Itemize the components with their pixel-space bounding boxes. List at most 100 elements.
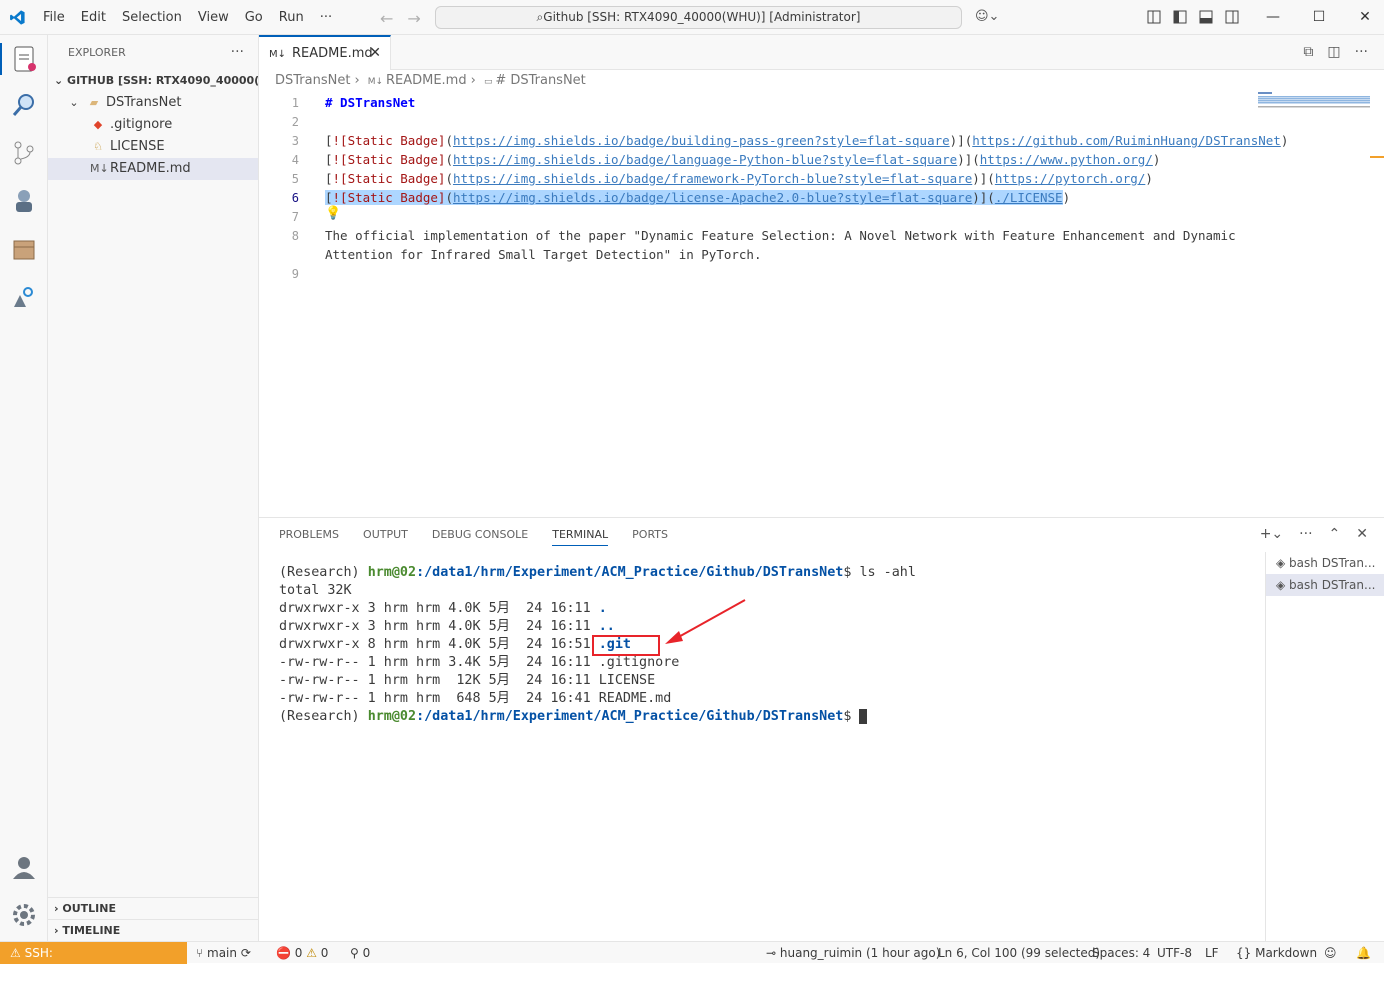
forward-arrow-icon[interactable]: → — [407, 9, 434, 28]
minimize-icon[interactable]: — — [1250, 0, 1296, 35]
title-bar: File Edit Selection View Go Run ··· ←→ ⌕… — [0, 0, 1384, 35]
toggle-secondary-sidebar-icon[interactable] — [1223, 8, 1241, 26]
sync-icon[interactable]: ⟳ — [237, 946, 251, 960]
folder-dstransnet[interactable]: ⌄ ▰ DSTransNet — [48, 92, 258, 114]
customize-layout-icon[interactable] — [1145, 8, 1163, 26]
badge-alt: Static Badge — [347, 190, 438, 205]
terminal-instance[interactable]: ◈ bash DSTran... — [1266, 552, 1384, 574]
crumb-file[interactable]: README.md — [386, 73, 467, 88]
git-blame[interactable]: ⊸ huang_ruimin (1 hour ago) — [766, 942, 940, 964]
badge-link[interactable]: https://pytorch.org/ — [995, 171, 1146, 186]
menu-edit[interactable]: Edit — [73, 10, 114, 25]
end-of-line[interactable]: LF — [1205, 942, 1219, 964]
new-terminal-icon[interactable]: +⌄ — [1260, 526, 1283, 542]
more-actions-icon[interactable]: ··· — [1355, 44, 1368, 60]
tab-problems[interactable]: PROBLEMS — [279, 528, 339, 546]
close-window-icon[interactable]: ✕ — [1342, 0, 1384, 35]
timeline-section[interactable]: › TIMELINE — [48, 919, 259, 941]
explorer-header: EXPLORER ··· — [48, 35, 258, 70]
remote-icon: ⚠ — [10, 946, 25, 960]
braces-icon: {} — [1236, 946, 1256, 960]
folder-label: DSTransNet — [106, 95, 182, 110]
tab-readme[interactable]: M↓ README.md ✕ — [259, 35, 391, 70]
menu-go[interactable]: Go — [237, 10, 271, 25]
badge-link[interactable]: ./LICENSE — [995, 190, 1063, 205]
tab-debug-console[interactable]: DEBUG CONSOLE — [432, 528, 528, 546]
file-license[interactable]: ♘ LICENSE — [48, 136, 258, 158]
crumb-symbol[interactable]: # DSTransNet — [495, 73, 585, 88]
git-blame-label: huang_ruimin (1 hour ago) — [779, 946, 941, 960]
badge-url[interactable]: https://img.shields.io/badge/language-Py… — [453, 152, 957, 167]
split-editor-icon[interactable]: ◫ — [1327, 44, 1340, 60]
timeline-label: TIMELINE — [62, 924, 121, 937]
line-number: 8 — [291, 229, 299, 243]
ports-count: 0 — [362, 946, 371, 960]
language-mode[interactable]: {} Markdown — [1236, 942, 1317, 964]
remote-indicator[interactable]: ⚠ SSH: RTX4090_40000(WHU) — [0, 942, 187, 982]
run-debug-icon[interactable] — [8, 185, 40, 217]
badge-url[interactable]: https://img.shields.io/badge/building-pa… — [453, 133, 950, 148]
panel-actions: +⌄ ··· ⌃ ✕ — [1260, 526, 1368, 542]
file-readme[interactable]: M↓README.md — [48, 158, 258, 180]
source-control-icon[interactable] — [8, 137, 40, 169]
encoding[interactable]: UTF-8 — [1157, 942, 1192, 964]
maximize-panel-icon[interactable]: ⌃ — [1329, 526, 1341, 542]
badge-url[interactable]: https://img.shields.io/badge/license-Apa… — [453, 190, 972, 205]
outline-section[interactable]: › OUTLINE — [48, 897, 259, 919]
badge-link[interactable]: https://github.com/RuiminHuang/DSTransNe… — [972, 133, 1281, 148]
cursor-position[interactable]: Ln 6, Col 100 (99 selected) — [938, 942, 1100, 964]
command-center[interactable]: ⌕Github [SSH: RTX4090_40000(WHU)] [Admin… — [435, 6, 962, 29]
accounts-icon[interactable] — [8, 851, 40, 883]
back-arrow-icon[interactable]: ← — [380, 9, 407, 28]
extensions-icon[interactable] — [8, 233, 40, 265]
line-number: 5 — [291, 172, 299, 186]
manage-gear-icon[interactable] — [8, 899, 40, 931]
toggle-panel-icon[interactable] — [1197, 8, 1215, 26]
tab-terminal[interactable]: TERMINAL — [552, 528, 609, 546]
menu-selection[interactable]: Selection — [114, 10, 190, 25]
ls-name: LICENSE — [598, 673, 656, 688]
menu-file[interactable]: File — [35, 10, 73, 25]
ls-meta: drwxrwxr-x 8 hrm hrm 4.0K 5月 24 16:51 — [279, 637, 599, 652]
more-actions-icon[interactable]: ··· — [231, 35, 244, 70]
badge-link[interactable]: https://www.python.org/ — [980, 152, 1153, 167]
search-activity-icon[interactable] — [8, 89, 40, 121]
remote-explorer-icon[interactable] — [8, 281, 40, 313]
minimap[interactable] — [1258, 92, 1370, 110]
menu-run[interactable]: Run — [271, 10, 312, 25]
heading-symbol-icon: ▭ — [483, 77, 496, 87]
commit-icon: ⊸ — [766, 946, 780, 960]
explorer-icon[interactable] — [0, 43, 48, 75]
license-file-icon: ♘ — [93, 140, 103, 153]
lightbulb-icon[interactable]: 💡 — [325, 206, 341, 221]
close-panel-icon[interactable]: ✕ — [1356, 526, 1368, 542]
vscode-logo-icon — [10, 10, 25, 25]
maximize-icon[interactable]: ☐ — [1296, 0, 1342, 35]
ls-meta: -rw-rw-r-- 1 hrm hrm 3.4K 5月 24 16:11 — [279, 655, 599, 670]
crumb-folder[interactable]: DSTransNet — [275, 73, 350, 88]
indentation[interactable]: Spaces: 4 — [1092, 942, 1150, 964]
branch-indicator[interactable]: ⑂ main ⟳ — [196, 942, 251, 964]
close-tab-icon[interactable]: ✕ — [369, 37, 381, 70]
problems-indicator[interactable]: ⛔ 0 ⚠ 0 — [276, 942, 328, 964]
menu-more[interactable]: ··· — [312, 10, 340, 25]
branch-icon: ⑂ — [196, 946, 208, 960]
workspace-root[interactable]: ⌄ GITHUB [SSH: RTX4090_40000(W... — [48, 70, 258, 92]
highlight-box — [592, 635, 660, 656]
ls-meta: -rw-rw-r-- 1 hrm hrm 648 5月 24 16:41 — [279, 691, 599, 706]
copilot-status-icon[interactable]: ☺ — [1324, 942, 1337, 964]
tab-output[interactable]: OUTPUT — [363, 528, 408, 546]
file-gitignore[interactable]: ◆ .gitignore — [48, 114, 258, 136]
toggle-sidebar-icon[interactable] — [1171, 8, 1189, 26]
chevron-right-icon: › — [354, 73, 360, 88]
badge-url[interactable]: https://img.shields.io/badge/framework-P… — [453, 171, 972, 186]
menu-view[interactable]: View — [190, 10, 237, 25]
open-preview-icon[interactable]: ⧉ — [1303, 44, 1313, 60]
copilot-icon[interactable]: ☺⌄ — [975, 9, 999, 24]
terminal-instance[interactable]: ◈ bash DSTran... — [1266, 574, 1384, 596]
more-actions-icon[interactable]: ··· — [1299, 526, 1312, 542]
language-label: Markdown — [1255, 946, 1318, 960]
ports-indicator[interactable]: ⚲ 0 — [350, 942, 370, 964]
notifications-bell-icon[interactable]: 🔔 — [1356, 942, 1371, 964]
tab-ports[interactable]: PORTS — [632, 528, 668, 546]
